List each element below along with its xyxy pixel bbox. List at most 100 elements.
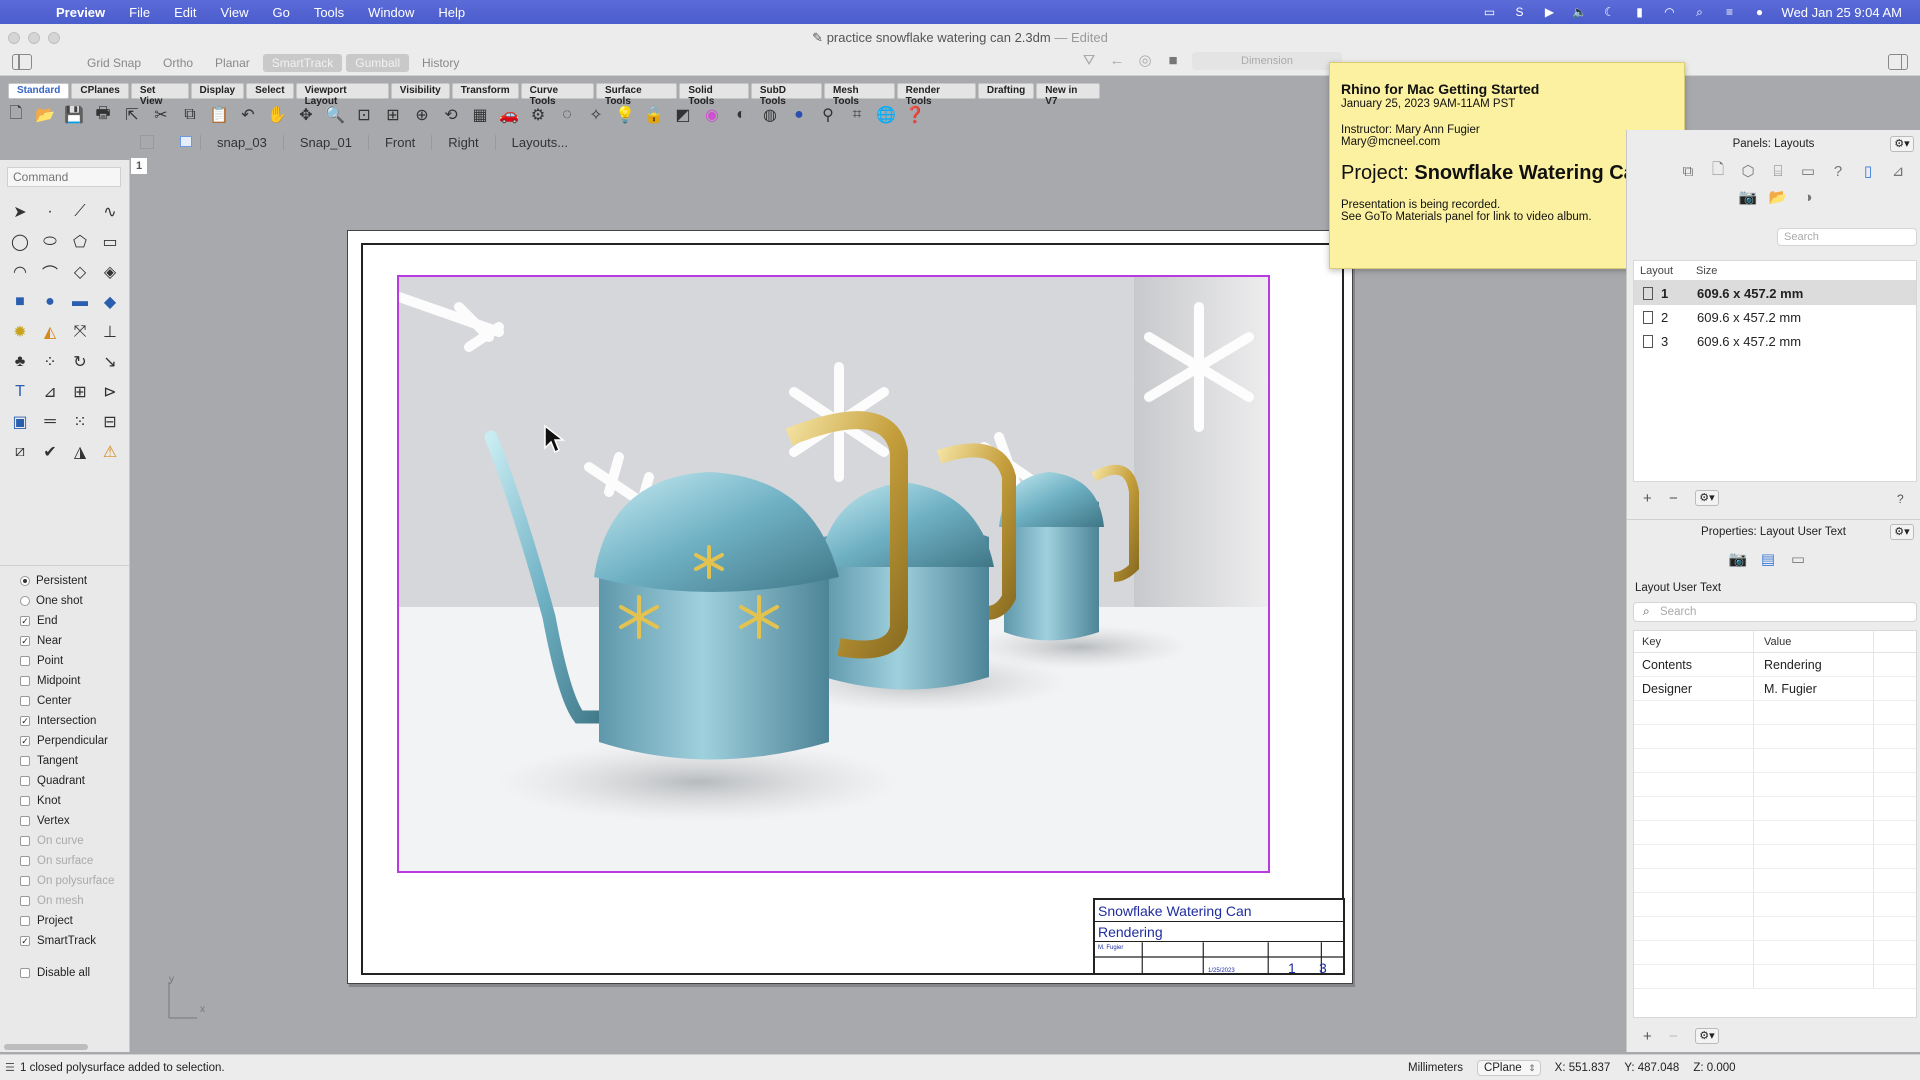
osnap-perpendicular[interactable]: ✓ Perpendicular [0, 731, 130, 751]
planar-toggle[interactable]: Planar [206, 54, 259, 72]
persistent-radio[interactable] [20, 576, 30, 586]
ortho-toggle[interactable]: Ortho [154, 54, 202, 72]
environment-panel-icon[interactable]: ◑ [1797, 186, 1819, 208]
menu-go[interactable]: Go [260, 5, 301, 20]
user-text-key[interactable] [1634, 941, 1754, 964]
menu-view[interactable]: View [209, 5, 261, 20]
layer-icon[interactable]: ⊟ [98, 410, 122, 434]
menu-file[interactable]: File [117, 5, 162, 20]
moon-icon[interactable]: ☾ [1602, 5, 1618, 19]
osnap-checkbox[interactable]: ✓ [20, 736, 30, 746]
one-shot-radio[interactable] [20, 596, 30, 606]
user-text-props-icon[interactable]: ▤ [1757, 548, 1779, 570]
polyline-icon[interactable]: ⟋ [68, 200, 92, 224]
osnap-checkbox[interactable]: ✓ [20, 936, 30, 946]
user-text-empty-row[interactable] [1634, 749, 1916, 773]
volume-icon[interactable]: 🔈 [1572, 5, 1588, 19]
materials-icon[interactable]: ◩ [671, 103, 695, 127]
user-text-column-key[interactable]: Key [1634, 631, 1754, 652]
user-text-value[interactable]: M. Fugier [1754, 677, 1874, 700]
user-text-key[interactable] [1634, 965, 1754, 988]
user-text-empty-row[interactable] [1634, 821, 1916, 845]
viewport-props-icon[interactable]: 📷 [1727, 548, 1749, 570]
osnap-on-surface[interactable]: On surface [0, 851, 130, 871]
box-icon[interactable]: ■ [8, 290, 32, 314]
viewport-tab-snap-03[interactable]: snap_03 [201, 134, 284, 150]
osnap-smarttrack[interactable]: ✓ SmartTrack [0, 931, 130, 951]
cut-icon[interactable]: ✂ [149, 103, 173, 127]
extrude-icon[interactable]: ◆ [98, 290, 122, 314]
blocks-icon[interactable]: ⊞ [68, 380, 92, 404]
points-icon[interactable]: ⁘ [38, 350, 62, 374]
zoom-window-icon[interactable]: ⊡ [352, 103, 376, 127]
render-icon[interactable]: ● [787, 103, 811, 127]
ellipse-icon[interactable]: ⬭ [38, 230, 62, 254]
grid-snap-toggle[interactable]: Grid Snap [78, 54, 150, 72]
boolean-icon[interactable]: ✹ [8, 320, 32, 344]
color-wheel-icon[interactable]: ◉ [700, 103, 724, 127]
osnap-disable-all[interactable]: Disable all [0, 963, 130, 983]
user-text-empty-row[interactable] [1634, 917, 1916, 941]
layout-options-gear-icon[interactable]: ⚙▾ [1695, 490, 1719, 506]
detail-view-rendering[interactable] [397, 275, 1270, 873]
fillet-icon[interactable]: ⌒ [38, 260, 62, 284]
user-text-value[interactable] [1754, 725, 1874, 748]
user-text-value[interactable] [1754, 917, 1874, 940]
layouts-search-input[interactable]: Search [1777, 228, 1917, 246]
title-block-title[interactable]: Snowflake Watering Can [1095, 900, 1343, 922]
osnap-on-curve[interactable]: On curve [0, 831, 130, 851]
osnap-checkbox[interactable]: ✓ [20, 616, 30, 626]
list-icon[interactable]: ☰ [5, 1061, 15, 1074]
split-icon[interactable]: ⧄ [8, 440, 32, 464]
check-icon[interactable]: ✔ [38, 440, 62, 464]
sphere-tool-icon[interactable]: ● [38, 290, 62, 314]
filter-icon[interactable]: ⛛ [1080, 52, 1098, 70]
user-text-key[interactable]: Contents [1634, 653, 1754, 676]
tab-display[interactable]: Display [190, 83, 245, 99]
osnap-checkbox[interactable] [20, 916, 30, 926]
globe-icon[interactable]: 🌐 [874, 103, 898, 127]
add-layout-button[interactable]: + [1643, 490, 1652, 507]
osnap-one-shot[interactable]: One shot [0, 591, 130, 611]
notes-panel-icon[interactable]: ⊿ [1887, 160, 1909, 182]
tab-new-in-v7[interactable]: New in V7 [1036, 83, 1100, 107]
target-icon[interactable]: ◎ [1136, 52, 1154, 70]
osnap-point[interactable]: Point [0, 651, 130, 671]
car-icon[interactable]: 🚗 [497, 103, 521, 127]
user-text-empty-row[interactable] [1634, 965, 1916, 989]
grid-array-icon[interactable]: ⁙ [68, 410, 92, 434]
user-text-empty-row[interactable] [1634, 869, 1916, 893]
user-text-value[interactable] [1754, 845, 1874, 868]
user-text-key[interactable] [1634, 797, 1754, 820]
osnap-midpoint[interactable]: Midpoint [0, 671, 130, 691]
lights-panel-icon[interactable]: ⌸ [1767, 160, 1789, 182]
dimension-field[interactable]: Dimension [1192, 52, 1342, 70]
rotate-view-icon[interactable]: ✥ [294, 103, 318, 127]
page-props-icon[interactable]: ▭ [1787, 548, 1809, 570]
curve-icon[interactable]: ∿ [98, 200, 122, 224]
rotate-icon[interactable]: ↻ [68, 350, 92, 374]
units-label[interactable]: Millimeters [1408, 1062, 1463, 1074]
user-text-key[interactable] [1634, 749, 1754, 772]
spotlight-icon[interactable]: ⌕ [1692, 5, 1708, 19]
layout-row[interactable]: 2 609.6 x 457.2 mm [1634, 305, 1916, 329]
open-file-icon[interactable]: 📂 [33, 103, 57, 127]
select-arrow-icon[interactable]: ➤ [8, 200, 32, 224]
array-icon[interactable]: ⊿ [38, 380, 62, 404]
user-text-value[interactable] [1754, 821, 1874, 844]
dimension-tool-icon[interactable]: ⊳ [98, 380, 122, 404]
osnap-center[interactable]: Center [0, 691, 130, 711]
user-text-empty-row[interactable] [1634, 797, 1916, 821]
osnap-project[interactable]: Project [0, 911, 130, 931]
user-text-empty-row[interactable] [1634, 845, 1916, 869]
cplane-select[interactable]: CPlane [1476, 1060, 1541, 1076]
menu-edit[interactable]: Edit [162, 5, 208, 20]
viewport-tab-layouts[interactable]: Layouts... [496, 135, 584, 150]
skype-icon[interactable]: S [1512, 5, 1528, 19]
user-text-search-input[interactable]: Search [1633, 602, 1917, 622]
help-icon[interactable]: ❓ [903, 103, 927, 127]
save-icon[interactable]: 💾 [62, 103, 86, 127]
render-tool-icon[interactable]: ⚠ [98, 440, 122, 464]
osnap-quadrant[interactable]: Quadrant [0, 771, 130, 791]
tab-transform[interactable]: Transform [451, 83, 519, 99]
